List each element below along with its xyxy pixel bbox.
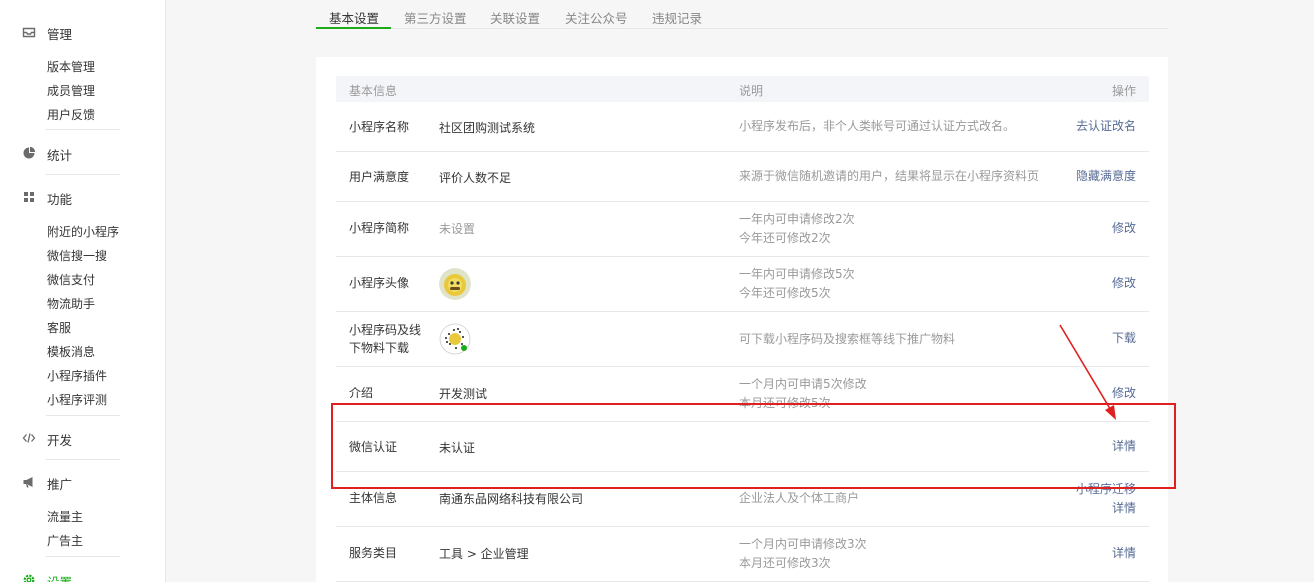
header-description: 说明 [739,84,764,98]
hide-satisfaction-link[interactable]: 隐藏满意度 [1076,167,1136,186]
sidebar-item-advertiser[interactable]: 广告主 [47,532,83,549]
row-description: 今年还可修改2次 [739,231,831,245]
header-basic-info: 基本信息 [349,84,398,98]
pie-chart-icon [23,146,36,159]
row-description: 小程序发布后，非个人类帐号可通过认证方式改名。 [739,119,1016,133]
sidebar-group-label: 推广 [47,477,73,492]
sidebar-group-manage[interactable]: 管理 [0,22,166,42]
migrate-link[interactable]: 小程序迁移 [1076,480,1136,499]
sidebar-group-label: 功能 [47,192,73,207]
row-description: 企业法人及个体工商户 [739,491,860,505]
row-label: 微信认证 [349,440,398,454]
sidebar-group-label: 开发 [47,433,73,448]
row-description: 今年还可修改5次 [739,286,831,300]
mini-program-code [439,323,471,355]
row-description: 一年内可申请修改2次 [739,212,855,226]
grid-icon [24,192,34,202]
row-description: 一个月内可申请修改3次 [739,537,867,551]
sidebar-item-version[interactable]: 版本管理 [47,58,95,75]
tab-follow-account[interactable]: 关注公众号 [565,8,628,27]
sidebar-group-label: 管理 [47,27,73,42]
row-label: 小程序简称 [349,221,410,235]
table-row: 介绍 开发测试 一个月内可申请5次修改 本月还可修改5次 修改 [336,367,1149,422]
row-label: 小程序码及线下物料下载 [349,323,422,355]
megaphone-icon [23,477,33,488]
row-label: 服务类目 [349,546,398,560]
row-value: 开发测试 [439,387,488,401]
download-link[interactable]: 下载 [1112,329,1136,348]
row-value: 南通东品网络科技有限公司 [439,492,584,506]
tab-violations[interactable]: 违规记录 [652,8,702,27]
verify-rename-link[interactable]: 去认证改名 [1076,117,1136,136]
active-tab-indicator [316,27,391,29]
sidebar-group-settings[interactable]: 设置 [0,570,166,582]
edit-intro-link[interactable]: 修改 [1112,384,1136,403]
table-row: 小程序头像 一年内可申请修改5次 今年还可修改5次 修改 [336,257,1149,312]
sidebar-divider [46,174,120,175]
tab-third-party[interactable]: 第三方设置 [404,8,467,27]
sidebar-item-feedback[interactable]: 用户反馈 [47,106,95,123]
table-row: 小程序码及线下物料下载 可下载小程序码及搜索框等线下推广物料 下载 [336,312,1149,367]
header-operations: 操作 [1111,84,1136,98]
sidebar-group-promote[interactable]: 推广 [0,472,166,492]
row-description: 一年内可申请修改5次 [739,267,855,281]
table-row: 主体信息 南通东品网络科技有限公司 企业法人及个体工商户 小程序迁移 详情 [336,472,1149,527]
sidebar-group-label: 设置 [47,572,72,582]
row-label: 主体信息 [349,491,398,505]
row-value: 未设置 [439,222,476,236]
row-value: 社区团购测试系统 [439,121,536,135]
sidebar-group-stats[interactable]: 统计 [0,143,166,163]
sidebar-divider [46,459,120,460]
sidebar-group-label: 统计 [47,148,73,163]
tab-association[interactable]: 关联设置 [490,8,540,27]
sidebar-divider [46,415,120,416]
sidebar-item-nearby[interactable]: 附近的小程序 [47,223,119,240]
sidebar-item-pay[interactable]: 微信支付 [47,271,95,288]
basic-settings-panel: 基本信息 说明 操作 小程序名称 社区团购测试系统 小程序发布后，非个人类帐号可… [316,57,1168,582]
row-value: 未认证 [439,441,476,455]
mini-program-avatar [439,268,471,300]
sidebar-item-plugins[interactable]: 小程序插件 [47,367,107,384]
sidebar-item-template-msg[interactable]: 模板消息 [47,343,95,360]
sidebar-item-traffic-owner[interactable]: 流量主 [47,508,83,525]
row-label: 用户满意度 [349,170,410,184]
verification-details-link[interactable]: 详情 [1112,437,1136,456]
table-row: 用户满意度 评价人数不足 来源于微信随机邀请的用户，结果将显示在小程序资料页 隐… [336,152,1149,202]
row-value: 工具 > 企业管理 [439,547,529,561]
table-header: 基本信息 说明 操作 [336,76,1149,102]
sidebar-item-customer-service[interactable]: 客服 [47,319,71,336]
table-row: 微信认证 未认证 详情 [336,422,1149,472]
edit-short-name-link[interactable]: 修改 [1112,219,1136,238]
row-description: 来源于微信随机邀请的用户，结果将显示在小程序资料页 [739,169,1040,183]
gear-icon [23,574,35,582]
sidebar-divider [46,556,120,557]
edit-avatar-link[interactable]: 修改 [1112,274,1136,293]
row-label: 小程序头像 [349,276,410,290]
row-description: 本月还可修改3次 [739,556,831,570]
settings-tabs: 基本设置 第三方设置 关联设置 关注公众号 违规记录 [316,0,1168,29]
sidebar-group-dev[interactable]: 开发 [0,428,166,448]
row-value: 评价人数不足 [439,171,512,185]
sidebar-item-search[interactable]: 微信搜一搜 [47,247,107,264]
category-details-link[interactable]: 详情 [1112,544,1136,563]
entity-details-link[interactable]: 详情 [1112,499,1136,518]
sidebar: 管理 版本管理 成员管理 用户反馈 统计 功能 附近的小程序 微信搜一搜 微信支… [0,0,166,582]
sidebar-item-members[interactable]: 成员管理 [47,82,95,99]
table-row: 小程序名称 社区团购测试系统 小程序发布后，非个人类帐号可通过认证方式改名。 去… [336,102,1149,152]
row-description: 一个月内可申请5次修改 [739,377,867,391]
tab-basic-settings[interactable]: 基本设置 [329,8,379,27]
row-description: 本月还可修改5次 [739,396,831,410]
table-row: 服务类目 工具 > 企业管理 一个月内可申请修改3次 本月还可修改3次 详情 [336,527,1149,582]
sidebar-item-logistics[interactable]: 物流助手 [47,295,95,312]
row-label: 介绍 [349,386,374,400]
sidebar-item-review[interactable]: 小程序评测 [47,391,107,408]
row-description: 可下载小程序码及搜索框等线下推广物料 [739,332,956,346]
folder-icon [22,27,36,38]
code-icon [22,433,36,443]
sidebar-divider [46,129,120,130]
row-label: 小程序名称 [349,120,410,134]
sidebar-group-features[interactable]: 功能 [0,187,166,207]
table-row: 小程序简称 未设置 一年内可申请修改2次 今年还可修改2次 修改 [336,202,1149,257]
